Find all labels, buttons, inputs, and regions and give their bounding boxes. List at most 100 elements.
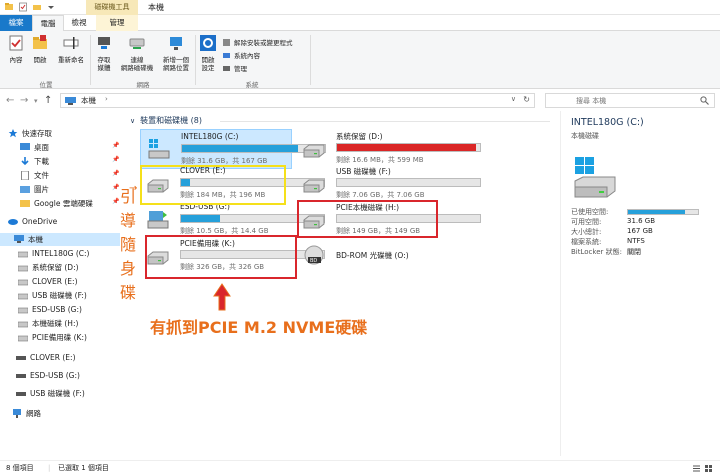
- recent-dropdown-icon[interactable]: ▾: [34, 97, 38, 105]
- check-properties-icon: [9, 35, 23, 51]
- sidebar-item-label: USB 磁碟機 (F:): [32, 291, 87, 300]
- sidebar-item-1[interactable]: 桌面: [20, 141, 49, 154]
- address-bar-row: ← → ▾ ↑ 本機 › ∨ ↻ 搜尋 本機: [0, 91, 720, 111]
- drive-tile[interactable]: INTEL180G (C:) 剩餘 31.6 GB，共 167 GB: [140, 129, 326, 169]
- properties-button[interactable]: 內容: [4, 34, 28, 64]
- breadcrumb[interactable]: 本機: [81, 95, 96, 106]
- folder-open-icon: [33, 35, 47, 49]
- sidebar-item-13[interactable]: 本機磁碟 (H:): [18, 317, 78, 330]
- open-button[interactable]: 開啟: [28, 34, 52, 64]
- sidebar-item-label: Google 雲端硬碟: [34, 199, 93, 208]
- chevron-down-icon[interactable]: ∨: [130, 117, 135, 125]
- sidebar-item-18[interactable]: 網路: [12, 407, 41, 420]
- sidebar-item-16[interactable]: ESD-USB (G:): [16, 369, 80, 382]
- sidebar-item-label: ESD-USB (G:): [30, 371, 80, 380]
- details-row: 檔案系統: NTFS: [571, 237, 645, 246]
- sidebar-item-2[interactable]: 下載: [20, 155, 49, 168]
- rename-icon: [63, 37, 79, 49]
- pin-icon[interactable]: 📌: [112, 184, 119, 191]
- sidebar-item-7[interactable]: 本機: [0, 233, 120, 246]
- drive-tile[interactable]: PCIE備用碟 (K:) 剩餘 326 GB，共 326 GB: [140, 236, 325, 276]
- sidebar-item-14[interactable]: PCIE備用碟 (K:): [18, 331, 87, 344]
- address-input[interactable]: 本機 › ∨ ↻: [60, 93, 535, 108]
- drive-name: 系統保留 (D:): [336, 132, 383, 141]
- tab-computer[interactable]: 電腦: [32, 15, 64, 32]
- rename-button[interactable]: 重新命名: [54, 34, 88, 64]
- refresh-icon[interactable]: ↻: [523, 95, 530, 104]
- drive-name: USB 磁碟機 (F:): [336, 167, 391, 176]
- windows-drive-icon: [574, 157, 616, 198]
- sidebar-item-17[interactable]: USB 磁碟機 (F:): [16, 387, 85, 400]
- sidebar-item-0[interactable]: 快速存取: [8, 127, 52, 140]
- drive-tile[interactable]: CLOVER (E:) 剩餘 184 MB，共 196 MB: [140, 164, 325, 204]
- download-icon: [21, 157, 29, 166]
- chevron-right-icon[interactable]: ›: [105, 95, 108, 103]
- map-network-drive-button[interactable]: 連線 網路磁碟機: [116, 34, 158, 72]
- sidebar-item-10[interactable]: CLOVER (E:): [18, 275, 78, 288]
- forward-button[interactable]: →: [20, 95, 28, 106]
- manage-button[interactable]: 管理: [222, 63, 247, 73]
- sidebar-item-12[interactable]: ESD-USB (G:): [18, 303, 82, 316]
- large-icons-view-icon[interactable]: [704, 464, 713, 473]
- status-bar: 8 個項目 | 已選取 1 個項目: [0, 460, 720, 475]
- pin-icon[interactable]: 📌: [112, 142, 119, 149]
- star-icon: [8, 129, 18, 138]
- sidebar-item-6[interactable]: OneDrive: [8, 215, 57, 228]
- up-button[interactable]: ↑: [44, 95, 52, 106]
- drive-icon: [18, 251, 28, 258]
- usage-bar: [336, 143, 481, 152]
- sidebar-item-3[interactable]: 文件: [20, 169, 49, 182]
- customize-dropdown-icon[interactable]: [46, 2, 56, 12]
- drive-size: 剩餘 10.5 GB，共 14.4 GB: [180, 227, 269, 235]
- open-settings-button[interactable]: 開啟 設定: [197, 34, 219, 72]
- map-network-drive-icon: [129, 38, 145, 49]
- svg-text:BD: BD: [310, 258, 317, 264]
- system-properties-icon: [223, 52, 230, 58]
- properties-icon[interactable]: [18, 2, 28, 12]
- tab-file[interactable]: 檔案: [0, 15, 32, 31]
- uninstall-button[interactable]: 解除安裝或變更程式: [222, 37, 293, 47]
- new-folder-icon[interactable]: [32, 2, 42, 12]
- pin-icon[interactable]: 📌: [112, 198, 119, 205]
- back-button[interactable]: ←: [6, 95, 14, 106]
- drive-size: 剩餘 326 GB，共 326 GB: [180, 263, 265, 271]
- sidebar-item-11[interactable]: USB 磁碟機 (F:): [18, 289, 87, 302]
- desktop-icon: [20, 143, 30, 150]
- group-header[interactable]: ∨ 裝置和磁碟機 (8): [130, 115, 202, 126]
- sidebar-item-15[interactable]: CLOVER (E:): [16, 351, 76, 364]
- drive-icon: [303, 179, 325, 193]
- search-input[interactable]: 搜尋 本機: [545, 93, 715, 108]
- tab-manage[interactable]: 管理: [96, 15, 138, 31]
- explorer-icon: [5, 3, 13, 10]
- system-properties-button[interactable]: 系統內容: [222, 50, 260, 60]
- drive-icon: [303, 215, 325, 229]
- drive-icon: [18, 265, 28, 272]
- details-pane: INTEL180G (C:) 本機磁碟 已使用空間: 可用空間: 31.6 GB 大小…: [560, 111, 720, 456]
- sidebar-item-5[interactable]: Google 雲端硬碟: [20, 197, 93, 210]
- search-icon: [700, 96, 709, 105]
- drive-icon: [18, 279, 28, 286]
- drive-tile[interactable]: ESD-USB (G:) 剩餘 10.5 GB，共 14.4 GB: [140, 200, 325, 240]
- access-media-button[interactable]: 存取 媒體: [92, 34, 116, 72]
- drive-tile[interactable]: USB 磁碟機 (F:) 剩餘 7.06 GB，共 7.06 GB: [296, 164, 481, 204]
- drive-size: 剩餘 7.06 GB，共 7.06 GB: [336, 191, 425, 199]
- pin-icon[interactable]: 📌: [112, 170, 119, 177]
- details-view-icon[interactable]: [692, 464, 701, 473]
- drive-tile[interactable]: PCIE本機磁碟 (H:) 剩餘 149 GB，共 149 GB: [296, 200, 481, 240]
- sidebar-item-9[interactable]: 系統保留 (D:): [18, 261, 79, 274]
- drive-icon: [18, 307, 28, 314]
- onedrive-icon: [8, 219, 18, 225]
- sidebar-item-8[interactable]: INTEL180G (C:): [18, 247, 89, 260]
- windows-drive-icon: [148, 139, 170, 159]
- drive-tile[interactable]: BD BD-ROM 光碟機 (O:): [296, 236, 444, 276]
- drive-tile[interactable]: 系統保留 (D:) 剩餘 16.6 MB，共 599 MB: [296, 129, 481, 169]
- chevron-down-icon[interactable]: ∨: [511, 95, 516, 103]
- pin-icon[interactable]: 📌: [112, 156, 119, 163]
- sidebar-item-4[interactable]: 圖片: [20, 183, 49, 196]
- drive-size: 剩餘 184 MB，共 196 MB: [180, 191, 266, 199]
- sidebar-item-label: CLOVER (E:): [30, 353, 76, 362]
- add-network-location-button[interactable]: 新增一個 網路位置: [158, 34, 194, 72]
- uninstall-icon: [223, 38, 230, 46]
- drive-icon: [18, 335, 28, 342]
- tab-view[interactable]: 檢視: [64, 15, 94, 31]
